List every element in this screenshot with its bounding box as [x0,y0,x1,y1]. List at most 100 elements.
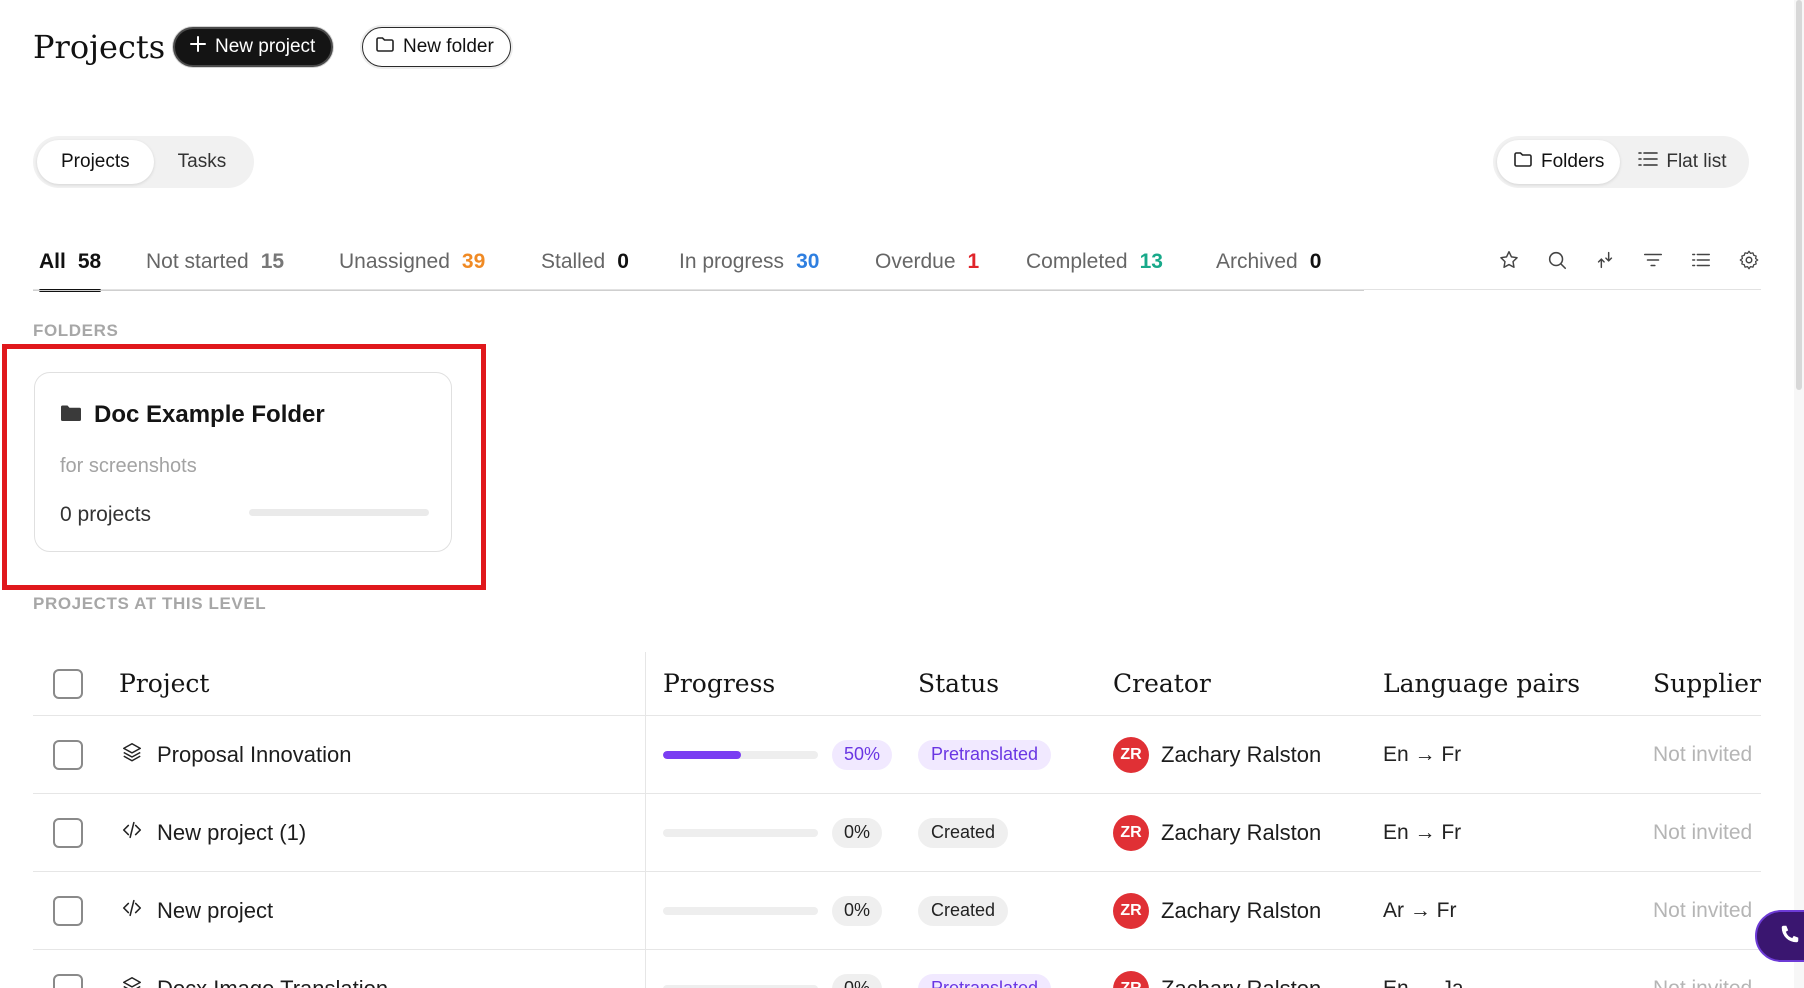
layers-icon [121,975,143,988]
list-icon[interactable] [1689,248,1713,272]
tab-completed-label: Completed [1026,250,1128,273]
progress-percent: 0% [832,973,883,988]
column-creator[interactable]: Creator [1113,652,1211,715]
supplier-status: Not invited [1653,898,1753,922]
tab-archived[interactable]: Archived 0 [1216,244,1321,290]
search-icon[interactable] [1545,248,1569,272]
tab-not-started[interactable]: Not started 15 [146,244,284,290]
supplier-status: Not invited [1653,976,1753,988]
scrollbar[interactable] [1794,0,1804,988]
project-name[interactable]: New project (1) [121,794,306,871]
scrollbar-thumb[interactable] [1796,0,1802,390]
progress-cell: 0% [663,950,883,988]
table-row[interactable]: Docx Image Translation 0% Pretranslated … [33,950,1761,988]
star-icon[interactable] [1497,248,1521,272]
status-badge: Created [918,895,1009,926]
tab-projects-label: Projects [61,151,130,172]
tab-all-count: 58 [77,250,102,273]
column-suppliers[interactable]: Suppliers [1653,652,1761,715]
table-row[interactable]: New project (1) 0% Created ZR Zachary Ra… [33,794,1761,872]
new-project-button[interactable]: New project [173,27,334,67]
tab-tasks-label: Tasks [177,151,227,172]
tab-stalled-count: 0 [617,250,629,273]
tab-folders[interactable]: Folders [1497,140,1621,184]
project-name-text: New project (1) [157,819,307,845]
progress-fill [663,750,741,759]
table-row[interactable]: Proposal Innovation 50% Pretranslated ZR… [33,716,1761,794]
progress-cell: 0% [663,872,883,949]
progress-bar [663,906,818,915]
status-badge: Created [918,817,1009,848]
language-pair: En → Ja [1383,976,1464,988]
column-language-pairs[interactable]: Language pairs [1383,652,1580,715]
progress-percent: 0% [832,817,883,848]
tab-stalled[interactable]: Stalled 0 [541,244,629,290]
select-all-checkbox[interactable] [53,668,83,699]
sort-icon[interactable] [1593,248,1617,272]
layers-icon [121,741,143,769]
project-name-text: New project [157,897,274,923]
tab-all[interactable]: All 58 [39,244,102,292]
projects-table: Project Progress Status Creator Language… [33,652,1761,988]
tab-overdue-count: 1 [967,250,980,273]
creator-cell: ZR Zachary Ralston [1113,794,1321,871]
language-pair: Ar → Fr [1383,898,1457,922]
folders-section-label: FOLDERS [33,321,119,340]
language-pair: En → Fr [1383,820,1462,844]
tab-projects[interactable]: Projects [37,140,154,184]
tab-archived-label: Archived [1216,250,1298,273]
tab-unassigned-label: Unassigned [339,250,450,273]
progress-bar [663,828,818,837]
tab-in-progress-label: In progress [679,250,785,273]
tab-completed[interactable]: Completed 13 [1026,244,1163,290]
table-header: Project Progress Status Creator Language… [33,652,1761,716]
progress-cell: 0% [663,794,883,871]
creator-name: Zachary Ralston [1161,819,1322,845]
projects-section-label: PROJECTS AT THIS LEVEL [33,594,267,613]
tab-tasks[interactable]: Tasks [154,140,251,184]
avatar: ZR [1113,892,1149,929]
project-name[interactable]: Proposal Innovation [121,716,351,793]
new-folder-button[interactable]: New folder [362,27,511,67]
column-status[interactable]: Status [918,652,999,715]
tab-in-progress[interactable]: In progress 30 [679,244,819,290]
row-checkbox[interactable] [53,895,83,926]
tab-stalled-label: Stalled [541,250,606,273]
status-tabs: All 58 Not started 15 Unassigned 39 Stalled… [33,244,1761,292]
status-badge: Pretranslated [918,973,1052,988]
settings-icon[interactable] [1737,248,1761,272]
tab-all-label: All [39,250,66,273]
new-folder-label: New folder [403,36,494,57]
row-checkbox[interactable] [53,817,83,848]
column-progress[interactable]: Progress [663,652,775,715]
project-name-text: Proposal Innovation [157,741,352,767]
avatar: ZR [1113,970,1149,988]
status-badge: Pretranslated [918,739,1052,770]
tab-overdue-label: Overdue [875,250,956,273]
avatar: ZR [1113,814,1149,851]
table-row[interactable]: New project 0% Created ZR Zachary Ralsto… [33,872,1761,950]
highlight-box [2,344,486,590]
toolbar-icons [1497,248,1761,272]
view-switch-projects-tasks: Projects Tasks [33,136,255,188]
progress-percent: 0% [832,895,883,926]
code-icon [121,819,143,847]
creator-name: Zachary Ralston [1161,897,1322,923]
folder-icon [1513,150,1533,174]
row-checkbox[interactable] [53,973,83,988]
tab-flat-list[interactable]: Flat list [1620,140,1744,184]
creator-cell: ZR Zachary Ralston [1113,872,1321,949]
creator-cell: ZR Zachary Ralston [1113,950,1321,988]
progress-bar [663,984,818,988]
project-name[interactable]: New project [121,872,273,949]
tab-unassigned[interactable]: Unassigned 39 [339,244,485,290]
call-widget[interactable] [1755,910,1804,962]
project-name[interactable]: Docx Image Translation [121,950,388,988]
tab-in-progress-count: 30 [796,250,820,273]
tab-overdue[interactable]: Overdue 1 [875,244,979,290]
progress-percent: 50% [832,739,893,770]
column-project[interactable]: Project [119,652,209,715]
row-checkbox[interactable] [53,739,83,770]
filter-icon[interactable] [1641,248,1665,272]
tab-completed-count: 13 [1139,250,1163,273]
